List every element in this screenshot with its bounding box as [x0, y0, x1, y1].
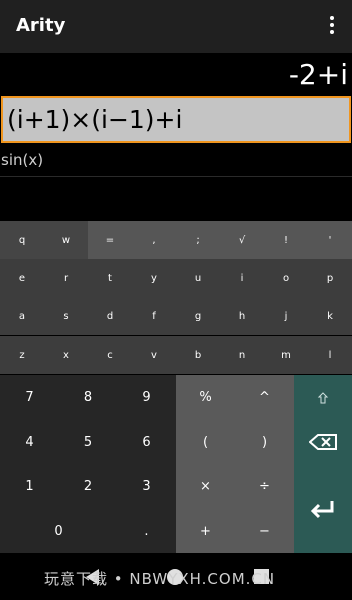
key-factorial[interactable]: ! — [264, 221, 308, 259]
key-b[interactable]: b — [176, 336, 220, 374]
key-multiply[interactable]: × — [176, 464, 235, 509]
key-f[interactable]: f — [132, 297, 176, 335]
key-u[interactable]: u — [176, 259, 220, 297]
key-plus[interactable]: + — [176, 509, 235, 553]
key-o[interactable]: o — [264, 259, 308, 297]
key-l[interactable]: l — [308, 336, 352, 374]
key-a[interactable]: a — [0, 297, 44, 335]
app-title: Arity — [16, 15, 66, 36]
key-k[interactable]: k — [308, 297, 352, 335]
key-1[interactable]: 1 — [0, 464, 59, 509]
number-pad: 7 8 9 4 5 6 1 2 3 0 . — [0, 375, 176, 553]
key-3[interactable]: 3 — [117, 464, 176, 509]
key-dot[interactable]: . — [117, 509, 176, 553]
key-d[interactable]: d — [88, 297, 132, 335]
keyboard-row-4: z x c v b n m l — [0, 336, 352, 374]
key-apostrophe[interactable]: ' — [308, 221, 352, 259]
more-vert-icon[interactable] — [322, 14, 342, 38]
key-6[interactable]: 6 — [117, 420, 176, 464]
key-g[interactable]: g — [176, 297, 220, 335]
key-minus[interactable]: − — [235, 509, 294, 553]
key-power[interactable]: ^ — [235, 375, 294, 420]
key-e[interactable]: e — [0, 259, 44, 297]
key-h[interactable]: h — [220, 297, 264, 335]
control-pad — [294, 375, 352, 553]
key-z[interactable]: z — [0, 336, 44, 374]
key-v[interactable]: v — [132, 336, 176, 374]
key-y[interactable]: y — [132, 259, 176, 297]
key-t[interactable]: t — [88, 259, 132, 297]
backspace-icon[interactable] — [294, 420, 352, 464]
shift-icon[interactable] — [294, 375, 352, 420]
app-bar: Arity — [0, 0, 352, 53]
result-value: -2+i — [288, 58, 348, 91]
expression-input[interactable]: (i+1)×(i−1)+i — [1, 96, 351, 143]
result-display: -2+i — [0, 53, 352, 96]
key-7[interactable]: 7 — [0, 375, 59, 420]
key-open-paren[interactable]: ( — [176, 420, 235, 464]
key-semicolon[interactable]: ; — [176, 221, 220, 259]
key-s[interactable]: s — [44, 297, 88, 335]
keyboard-row-1: q w = , ; √ ! ' — [0, 221, 352, 259]
key-0[interactable]: 0 — [0, 509, 117, 553]
watermark: 玩意下载 • NBWYXH.COM.CN — [44, 570, 276, 588]
key-c[interactable]: c — [88, 336, 132, 374]
key-comma[interactable]: , — [132, 221, 176, 259]
key-4[interactable]: 4 — [0, 420, 59, 464]
keyboard-row-2: e r t y u i o p — [0, 259, 352, 297]
key-9[interactable]: 9 — [117, 375, 176, 420]
key-sqrt[interactable]: √ — [220, 221, 264, 259]
keyboard-row-3: a s d f g h j k — [0, 297, 352, 335]
key-equals[interactable]: = — [88, 221, 132, 259]
key-m[interactable]: m — [264, 336, 308, 374]
history-item-text: sin(x) — [1, 151, 44, 169]
key-close-paren[interactable]: ) — [235, 420, 294, 464]
key-w[interactable]: w — [44, 221, 88, 259]
key-i[interactable]: i — [220, 259, 264, 297]
key-2[interactable]: 2 — [59, 464, 117, 509]
key-8[interactable]: 8 — [59, 375, 117, 420]
key-n[interactable]: n — [220, 336, 264, 374]
key-5[interactable]: 5 — [59, 420, 117, 464]
operator-pad: % ^ ( ) × ÷ + − — [176, 375, 294, 553]
key-p[interactable]: p — [308, 259, 352, 297]
key-r[interactable]: r — [44, 259, 88, 297]
expression-text: (i+1)×(i−1)+i — [7, 105, 183, 134]
key-divide[interactable]: ÷ — [235, 464, 294, 509]
enter-icon[interactable] — [294, 464, 352, 553]
key-q[interactable]: q — [0, 221, 44, 259]
key-x[interactable]: x — [44, 336, 88, 374]
key-j[interactable]: j — [264, 297, 308, 335]
key-percent[interactable]: % — [176, 375, 235, 420]
history-item[interactable]: sin(x) — [0, 147, 352, 177]
